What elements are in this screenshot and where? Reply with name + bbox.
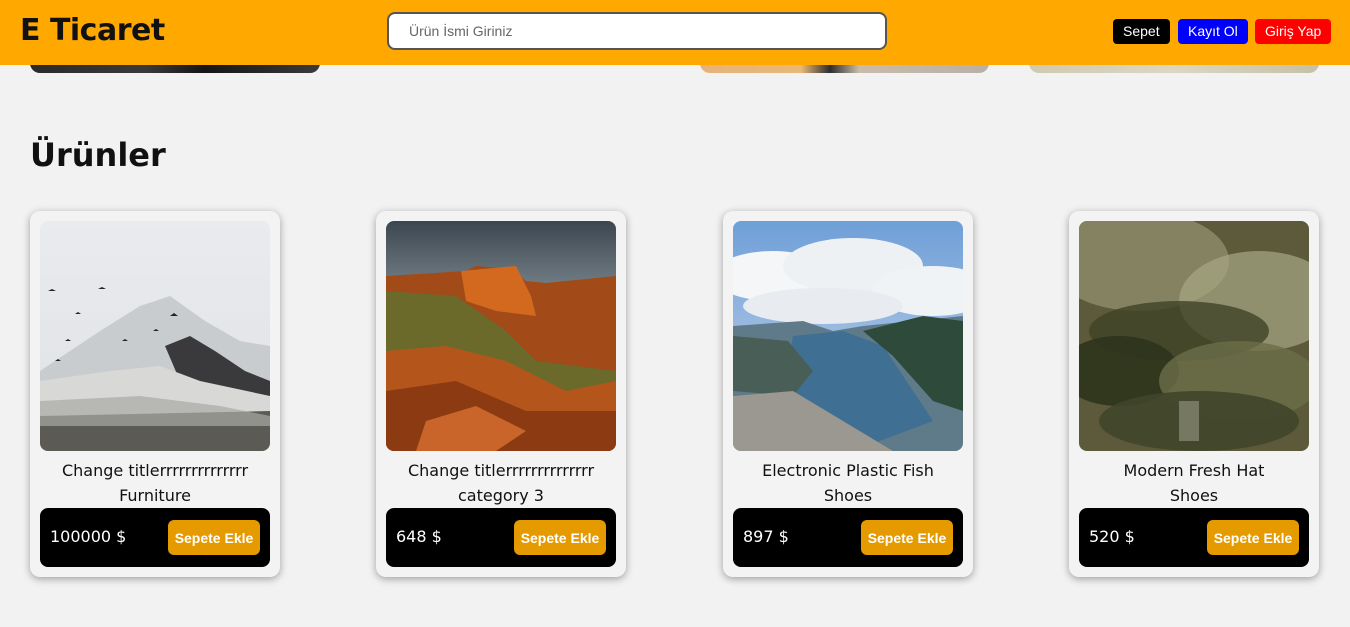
product-image[interactable] bbox=[733, 221, 963, 451]
product-image[interactable] bbox=[40, 221, 270, 451]
product-name: Modern Fresh Hat Shoes bbox=[1069, 458, 1319, 508]
add-to-cart-button[interactable]: Sepete Ekle bbox=[1207, 520, 1299, 555]
product-price: 100000 $ bbox=[50, 527, 127, 546]
product-card[interactable]: Modern Fresh Hat Shoes 520 $ Sepete Ekle bbox=[1069, 211, 1319, 577]
section-title: Ürünler bbox=[30, 136, 166, 174]
product-title: Modern Fresh Hat bbox=[1123, 461, 1265, 480]
register-button[interactable]: Kayıt Ol bbox=[1178, 19, 1248, 44]
price-bar: 648 $ Sepete Ekle bbox=[386, 508, 616, 567]
price-bar: 100000 $ Sepete Ekle bbox=[40, 508, 270, 567]
product-card[interactable]: Electronic Plastic Fish Shoes 897 $ Sepe… bbox=[723, 211, 973, 577]
add-to-cart-button[interactable]: Sepete Ekle bbox=[861, 520, 953, 555]
product-title: Electronic Plastic Fish bbox=[762, 461, 934, 480]
search-input[interactable] bbox=[387, 12, 887, 50]
product-name: Change titlerrrrrrrrrrrrrr category 3 bbox=[376, 458, 626, 508]
add-to-cart-button[interactable]: Sepete Ekle bbox=[514, 520, 606, 555]
add-to-cart-button[interactable]: Sepete Ekle bbox=[168, 520, 260, 555]
login-button[interactable]: Giriş Yap bbox=[1255, 19, 1332, 44]
logo[interactable]: E Ticaret bbox=[20, 13, 165, 48]
product-card[interactable]: Change titlerrrrrrrrrrrrrr category 3 64… bbox=[376, 211, 626, 577]
product-name: Electronic Plastic Fish Shoes bbox=[723, 458, 973, 508]
price-bar: 897 $ Sepete Ekle bbox=[733, 508, 963, 567]
product-category: Shoes bbox=[1169, 486, 1219, 505]
product-image[interactable] bbox=[386, 221, 616, 451]
product-price: 897 $ bbox=[743, 527, 789, 546]
product-price: 520 $ bbox=[1089, 527, 1135, 546]
cart-button[interactable]: Sepet bbox=[1113, 19, 1170, 44]
price-bar: 520 $ Sepete Ekle bbox=[1079, 508, 1309, 567]
product-category: Shoes bbox=[823, 486, 873, 505]
product-category: Furniture bbox=[119, 486, 191, 505]
product-title: Change titlerrrrrrrrrrrrrr bbox=[407, 461, 595, 480]
product-name: Change titlerrrrrrrrrrrrrr Furniture bbox=[30, 458, 280, 508]
product-card[interactable]: Change titlerrrrrrrrrrrrrr Furniture 100… bbox=[30, 211, 280, 577]
product-category: category 3 bbox=[458, 486, 544, 505]
product-title: Change titlerrrrrrrrrrrrrr bbox=[61, 461, 249, 480]
product-image[interactable] bbox=[1079, 221, 1309, 451]
product-price: 648 $ bbox=[396, 527, 442, 546]
header: E Ticaret Sepet Kayıt Ol Giriş Yap bbox=[0, 0, 1350, 65]
